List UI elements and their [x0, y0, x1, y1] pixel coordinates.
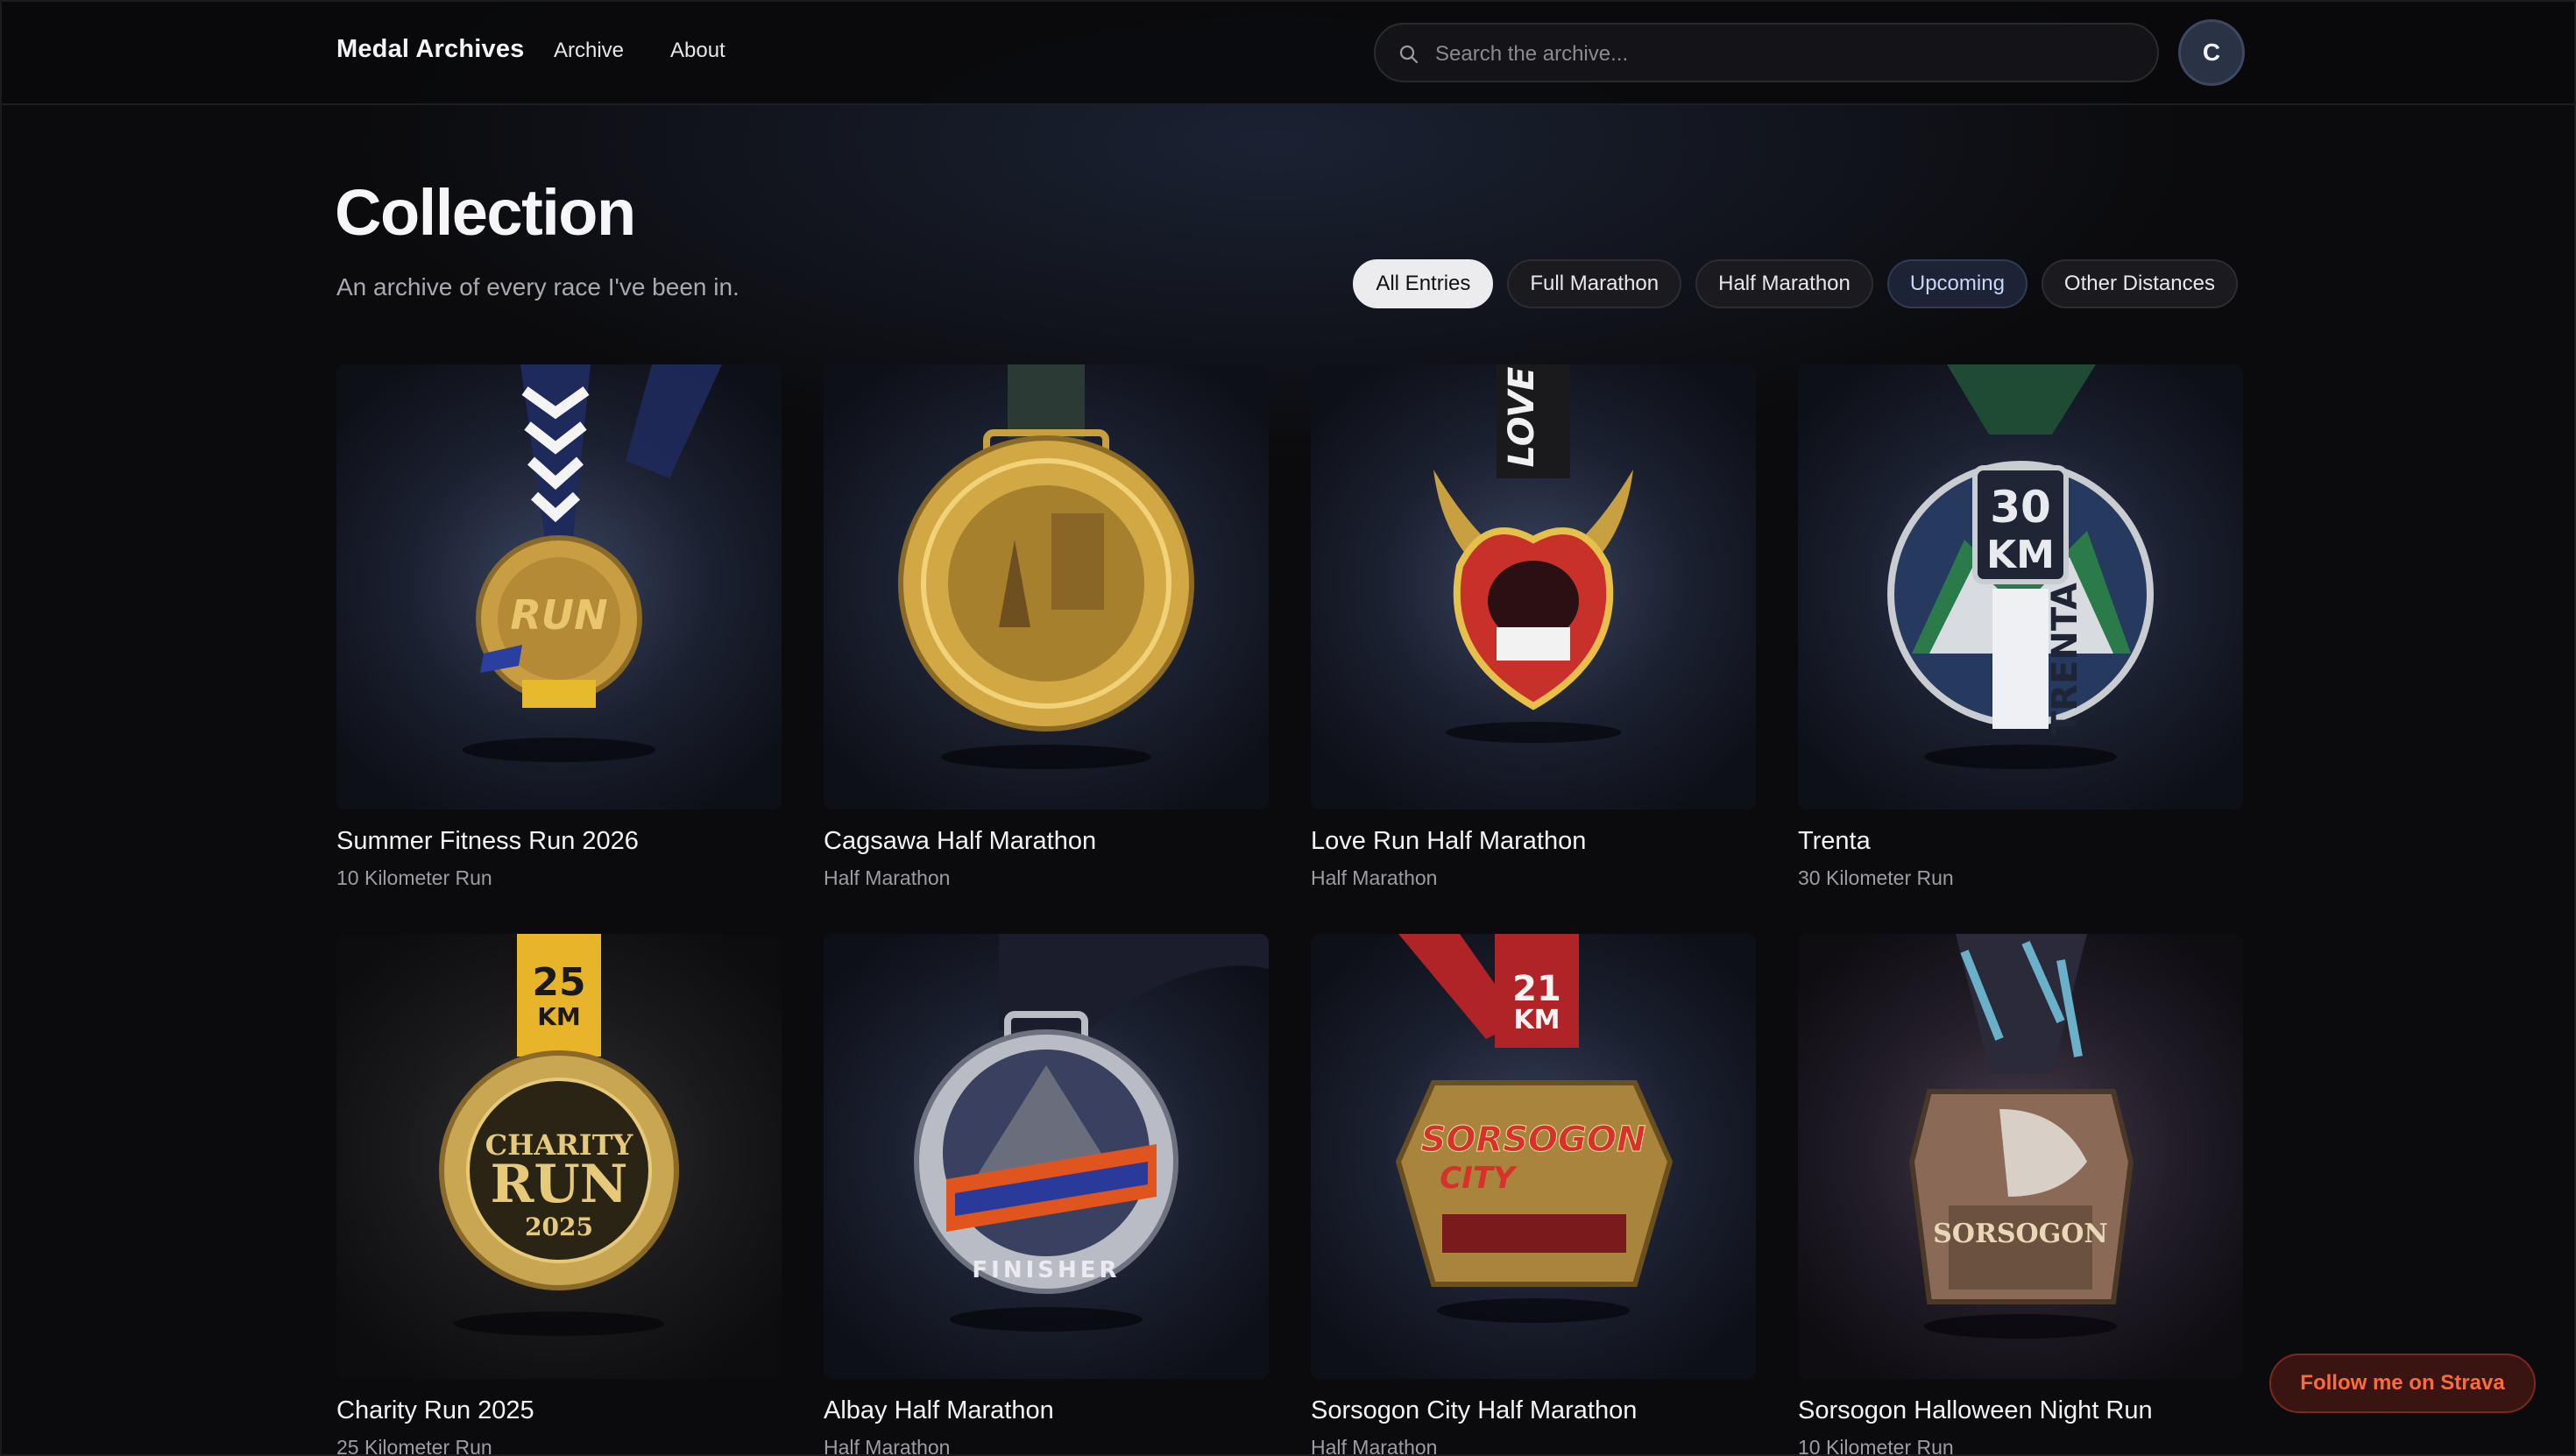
medal-charity-run: RUN [490, 1154, 627, 1215]
medal-image [824, 364, 1269, 809]
medal-halloween-name: SORSOGON [1933, 1219, 2108, 1249]
filter-half-marathon[interactable]: Half Marathon [1695, 259, 1873, 308]
medal-title: Summer Fitness Run 2026 [336, 827, 639, 855]
medal-category: Half Marathon [1311, 866, 1438, 889]
trenta-medal-icon: 30 KM TRENTA [1887, 364, 2154, 769]
medal-category: 30 Kilometer Run [1798, 866, 1954, 889]
sorsogon-city-medal-icon: 21 KM SORSOGON CITY [1395, 934, 1674, 1323]
medal-card[interactable]: 30 KM TRENTA Trenta 30 Kilometer Run [1798, 364, 2243, 890]
filter-all-entries[interactable]: All Entries [1353, 259, 1494, 308]
medal-sorsogon-name: SORSOGON [1421, 1120, 1646, 1160]
medal-title: Albay Half Marathon [824, 1396, 1054, 1424]
medal-category: 10 Kilometer Run [1798, 1436, 1954, 1456]
medal-card[interactable]: LOVE Love Run Half Marathon Half Maratho… [1311, 364, 1756, 890]
nav-link-about[interactable]: About [670, 39, 725, 63]
search-icon [1399, 45, 1419, 64]
medal-image: SORSOGON [1798, 934, 2243, 1379]
medal-charity-unit: KM [537, 1002, 581, 1031]
medal-sorsogon-unit: KM [1513, 1005, 1560, 1035]
summer-fitness-run-medal-icon: RUN [463, 364, 722, 762]
medal-category: Half Marathon [824, 866, 951, 889]
medal-love-text: LOVE [1502, 367, 1542, 468]
medal-image: RUN [336, 364, 782, 809]
medal-charity-year: 2025 [525, 1212, 593, 1241]
medal-sorsogon-city: CITY [1440, 1161, 1518, 1196]
medal-image: 30 KM TRENTA [1798, 364, 2243, 809]
top-navigation-bar: Medal Archives Archive About C [2, 2, 2574, 105]
medal-image: LOVE [1311, 364, 1756, 809]
filter-chips: All Entries Full Marathon Half Marathon … [1353, 259, 2238, 308]
medal-title: Charity Run 2025 [336, 1396, 534, 1424]
medal-title: Love Run Half Marathon [1311, 827, 1587, 855]
medal-summer-text: RUN [510, 591, 607, 639]
medal-sorsogon-km: 21 [1512, 969, 1561, 1009]
medal-title: Sorsogon City Half Marathon [1311, 1396, 1638, 1424]
medal-image: 21 KM SORSOGON CITY [1311, 934, 1756, 1379]
charity-run-medal-icon: 25 KM CHARITY RUN 2025 [439, 934, 679, 1336]
medal-albay-finisher: FINISHER [972, 1257, 1120, 1283]
search-bar[interactable] [1374, 23, 2159, 82]
medal-image: FINISHER [824, 934, 1269, 1379]
medal-category: Half Marathon [824, 1436, 951, 1456]
medal-trenta-name: TRENTA [2045, 583, 2085, 735]
medal-title: Sorsogon Halloween Night Run [1798, 1396, 2153, 1424]
page-title: Collection [335, 176, 636, 249]
medal-trenta-unit: KM [1986, 533, 2055, 577]
brand-logo[interactable]: Medal Archives [336, 35, 524, 64]
medal-card[interactable]: 21 KM SORSOGON CITY Sorsogon City Half M… [1311, 934, 1756, 1456]
medal-charity-km: 25 [532, 960, 585, 1005]
nav-link-archive[interactable]: Archive [554, 39, 624, 63]
albay-medal-icon: FINISHER [914, 934, 1269, 1332]
filter-upcoming[interactable]: Upcoming [1886, 259, 2028, 308]
cagsawa-medal-icon [898, 364, 1194, 769]
medal-category: 10 Kilometer Run [336, 866, 492, 889]
search-input[interactable] [1435, 35, 2136, 74]
medal-card[interactable]: Cagsawa Half Marathon Half Marathon [824, 364, 1269, 890]
sorsogon-halloween-medal-icon: SORSOGON [1908, 934, 2134, 1339]
medal-category: Half Marathon [1311, 1436, 1438, 1456]
medal-card[interactable]: RUN Summer Fitness Run 2026 10 Kilometer… [336, 364, 782, 890]
love-run-medal-icon: LOVE [1433, 364, 1633, 743]
medal-card[interactable]: FINISHER Albay Half Marathon Half Marath… [824, 934, 1269, 1456]
medal-card[interactable]: 25 KM CHARITY RUN 2025 Charity Run 2025 … [336, 934, 782, 1456]
user-avatar[interactable]: C [2178, 19, 2245, 86]
page-subtitle: An archive of every race I've been in. [336, 273, 740, 300]
filter-other-distances[interactable]: Other Distances [2041, 259, 2238, 308]
medal-category: 25 Kilometer Run [336, 1436, 492, 1456]
follow-strava-button[interactable]: Follow me on Strava [2269, 1354, 2536, 1413]
medal-title: Cagsawa Half Marathon [824, 827, 1097, 855]
medal-card[interactable]: SORSOGON Sorsogon Halloween Night Run 10… [1798, 934, 2243, 1456]
medal-title: Trenta [1798, 827, 1871, 855]
page: Medal Archives Archive About C Collectio… [0, 0, 2576, 1456]
medal-grid: RUN Summer Fitness Run 2026 10 Kilometer… [336, 364, 2243, 1456]
filter-full-marathon[interactable]: Full Marathon [1507, 259, 1682, 308]
medal-trenta-km: 30 [1990, 482, 2051, 533]
medal-image: 25 KM CHARITY RUN 2025 [336, 934, 782, 1379]
